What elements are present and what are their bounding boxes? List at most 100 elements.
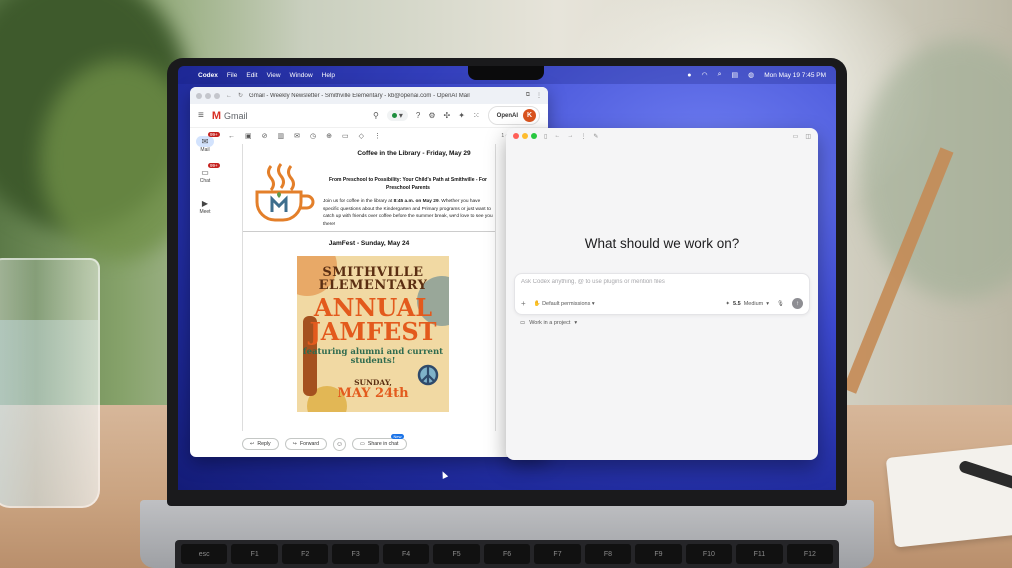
mail-icon: ✉ xyxy=(196,136,214,147)
jamfest-poster[interactable]: SMITHVILLE ELEMENTARY ANNUAL JAMFEST fea… xyxy=(297,256,449,412)
mail-toolbar: ← ▣ ⊘ ▥ ✉ ◷ ⊕ ▭ ◇ ⋮ 1 of 1,243 ‹ xyxy=(220,128,544,144)
share-in-chat-button[interactable]: ▭ Share in chat New xyxy=(352,434,407,450)
project-selector[interactable]: ▭ Work in a project ▾ xyxy=(520,320,577,326)
mark-unread-icon[interactable]: ✉ xyxy=(294,132,300,140)
rail-item-meet[interactable]: ▶ Meet xyxy=(196,198,214,215)
search-icon[interactable]: ⌕ xyxy=(718,71,722,79)
gmail-window: ← ↻ Gmail - Weekly Newsletter - Smithvil… xyxy=(190,87,548,457)
event-time: 8:45 a.m. on May 29 xyxy=(393,199,439,204)
control-center-icon[interactable]: ▤ xyxy=(731,71,738,79)
mouse-cursor xyxy=(439,470,449,479)
panel-icon[interactable]: ◫ xyxy=(805,133,811,140)
chat-icon: ▭ xyxy=(201,168,209,177)
poster-line: JAMFEST xyxy=(309,317,437,346)
keyboard-key: F8 xyxy=(584,544,632,564)
settings-icon[interactable]: ⚙ xyxy=(428,111,435,120)
menu-clock[interactable]: Mon May 19 7:45 PM xyxy=(764,72,826,79)
coffee-section: Coffee in the Library - Friday, May 29 F… xyxy=(243,144,495,232)
main-menu-icon[interactable]: ≡ xyxy=(198,110,204,121)
move-to-icon[interactable]: ▭ xyxy=(342,132,349,140)
gemini-icon[interactable]: ✦ xyxy=(458,111,465,120)
rail-item-mail[interactable]: ✉ 99+ Mail xyxy=(196,132,220,153)
menu-app-name[interactable]: Codex xyxy=(198,72,218,79)
permissions-dropdown[interactable]: ✋ Default permissions ▾ xyxy=(534,301,595,307)
menu-window[interactable]: Window xyxy=(290,72,313,79)
menu-extras: ● ◠ ⌕ ▤ ◍ Mon May 19 7:45 PM xyxy=(687,71,826,79)
project-label: Work in a project xyxy=(529,320,571,326)
composer: + ✋ Default permissions ▾ ✦ 5.5 Medium ▾… xyxy=(514,273,810,315)
keyboard-key: F12 xyxy=(786,544,834,564)
maximize-window-button[interactable] xyxy=(214,92,220,99)
help-icon[interactable]: ? xyxy=(416,111,420,120)
microphone-icon[interactable]: 🎙 xyxy=(777,301,784,307)
maximize-window-button[interactable] xyxy=(531,133,537,139)
sidebar-toggle-icon[interactable]: ▯ xyxy=(544,133,547,140)
poster-line: MAY 24th xyxy=(337,386,409,401)
menu-help[interactable]: Help xyxy=(322,72,335,79)
siri-icon[interactable]: ◍ xyxy=(748,71,754,79)
browser-tab-title[interactable]: Gmail - Weekly Newsletter - Smithville E… xyxy=(249,93,520,99)
filter-icon[interactable]: ⚲ xyxy=(373,111,379,120)
minimize-window-button[interactable] xyxy=(522,133,528,139)
label-icon[interactable]: ◇ xyxy=(359,132,364,140)
send-button[interactable]: ↑ xyxy=(792,298,803,309)
forward-icon[interactable]: → xyxy=(567,133,573,139)
more-icon[interactable]: ⋮ xyxy=(580,133,586,140)
add-attachment-icon[interactable]: + xyxy=(521,299,526,308)
user-icon[interactable]: ● xyxy=(687,72,691,79)
extension-icon[interactable]: ✣ xyxy=(444,111,451,120)
close-window-button[interactable] xyxy=(513,133,519,139)
desktop-screen: Codex File Edit View Window Help ● ◠ ⌕ ▤… xyxy=(178,66,836,490)
apps-grid-icon[interactable]: ⁙ xyxy=(473,111,480,120)
rail-item-chat[interactable]: ▭ 99+ Chat xyxy=(196,163,220,184)
coffee-subheading: From Preschool to Possibility: Your Chil… xyxy=(329,177,487,191)
video-icon: ▶ xyxy=(201,199,209,208)
back-icon[interactable]: ← xyxy=(226,93,232,99)
reload-icon[interactable]: ↻ xyxy=(238,92,243,99)
camera-notch xyxy=(468,66,544,80)
status-dot xyxy=(391,113,397,118)
account-switcher[interactable]: OpenAI K xyxy=(487,106,540,125)
titlebar-actions: ▭ ◫ xyxy=(793,133,811,140)
report-spam-icon[interactable]: ⊘ xyxy=(262,132,268,140)
emoji-reaction-button[interactable]: ☺ xyxy=(333,437,347,451)
window-controls xyxy=(513,133,537,139)
wifi-icon[interactable]: ◠ xyxy=(701,71,707,79)
gmail-m-icon: M xyxy=(211,109,222,122)
dropdown-label: Default permissions xyxy=(542,300,591,307)
snooze-icon[interactable]: ◷ xyxy=(310,132,316,140)
more-icon[interactable]: ⋮ xyxy=(374,132,381,140)
model-selector[interactable]: ✦ 5.5 Medium ▾ xyxy=(725,301,769,307)
keyboard-key: F7 xyxy=(534,544,581,564)
archive-icon[interactable]: ▣ xyxy=(245,132,252,140)
forward-button[interactable]: ↪ Forward xyxy=(284,438,328,450)
button-label: Forward xyxy=(299,441,320,447)
keyboard-key: F4 xyxy=(382,544,430,564)
copy-link-icon[interactable]: ⧉ xyxy=(526,92,530,99)
delete-icon[interactable]: ▥ xyxy=(278,132,285,140)
menu-view[interactable]: View xyxy=(267,72,281,79)
poster-line: SMITHVILLE ELEMENTARY xyxy=(318,265,428,293)
mail-pane: ← ▣ ⊘ ▥ ✉ ◷ ⊕ ▭ ◇ ⋮ 1 of 1,243 ‹ xyxy=(220,128,544,457)
back-icon[interactable]: ← xyxy=(554,133,560,139)
reply-button[interactable]: ↩ Reply xyxy=(242,438,279,450)
new-chat-icon[interactable]: ✎ xyxy=(593,133,598,140)
minimize-window-button[interactable] xyxy=(205,92,211,99)
model-icon: ✦ xyxy=(725,300,731,307)
prompt-input[interactable] xyxy=(521,279,803,285)
status-selector[interactable]: ▾ xyxy=(386,110,408,121)
more-icon[interactable]: ⋮ xyxy=(536,92,542,99)
forward-icon: ↪ xyxy=(292,441,297,447)
menu-file[interactable]: File xyxy=(227,72,237,79)
terminal-icon[interactable]: ▭ xyxy=(793,133,799,140)
hand-icon: ✋ xyxy=(533,300,541,307)
notebook xyxy=(885,442,1012,548)
add-task-icon[interactable]: ⊕ xyxy=(326,132,332,140)
menu-edit[interactable]: Edit xyxy=(246,72,257,79)
jamfest-section: JamFest - Sunday, May 24 xyxy=(243,240,495,247)
gmail-logo[interactable]: M Gmail xyxy=(212,110,248,122)
close-window-button[interactable] xyxy=(196,92,202,99)
keyboard-key: F1 xyxy=(231,544,278,564)
back-to-inbox-icon[interactable]: ← xyxy=(228,133,235,140)
codex-window: ▯ ← → ⋮ ✎ ▭ ◫ What should we work on? + … xyxy=(506,128,818,460)
